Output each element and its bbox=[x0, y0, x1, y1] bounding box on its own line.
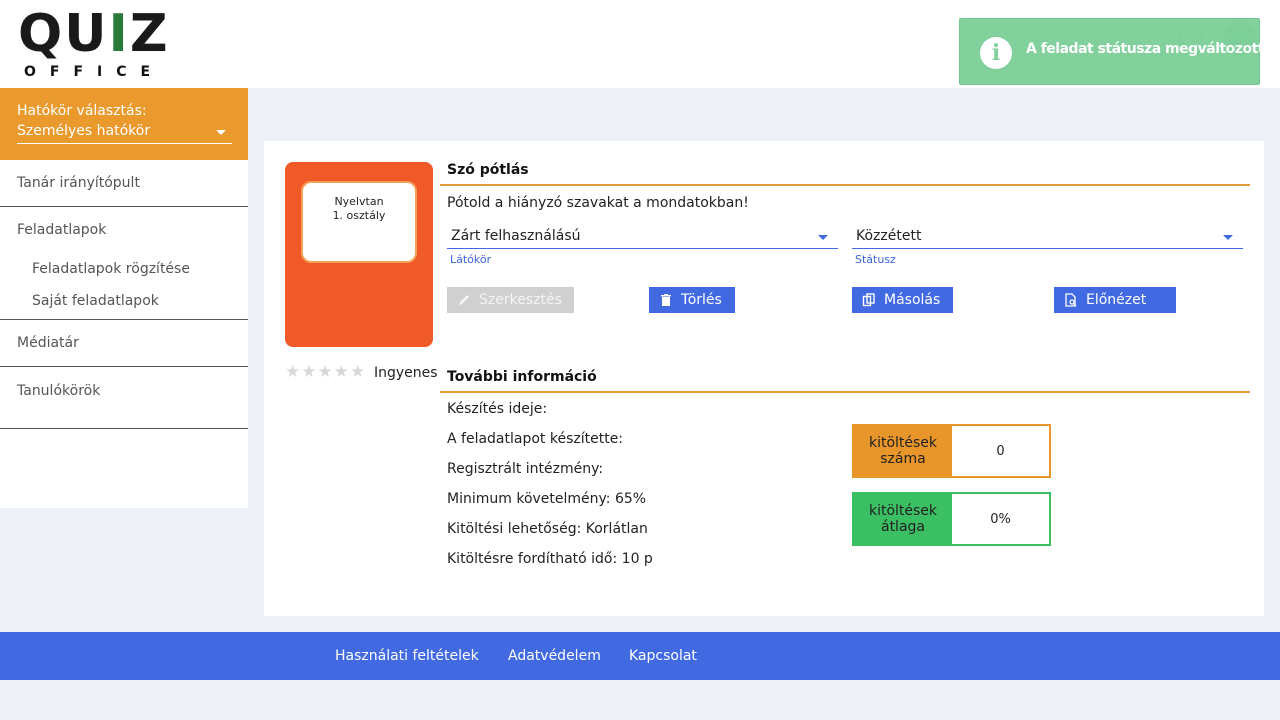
star-icon[interactable]: ★ bbox=[285, 363, 300, 381]
logo-wordmark: QUIZ bbox=[18, 6, 170, 62]
task-card: Nyelvtan 1. osztály ★ ★ ★ ★ ★ Ingyenes S… bbox=[264, 141, 1264, 616]
info-icon: i bbox=[980, 37, 1012, 69]
star-icon[interactable]: ★ bbox=[350, 363, 365, 381]
completion-count-label: kitöltések száma bbox=[854, 426, 952, 476]
sidebar-item-worksheets[interactable]: Feladatlapok bbox=[0, 207, 248, 253]
star-icon[interactable]: ★ bbox=[318, 363, 333, 381]
logo-letter-i: I bbox=[108, 4, 130, 64]
info-attempts: Kitöltési lehetőség: Korlátlan bbox=[447, 521, 648, 537]
logo-subtitle: OFFICE bbox=[24, 64, 165, 80]
sidebar-group-worksheets: Feladatlapok Feladatlapok rögzítése Sajá… bbox=[0, 207, 248, 320]
stat-label-line2: száma bbox=[880, 451, 926, 467]
stat-label-line1: kitöltések bbox=[868, 435, 938, 451]
completion-count-value: 0 bbox=[952, 426, 1049, 476]
preview-button[interactable]: Előnézet bbox=[1054, 287, 1176, 313]
status-label: Státusz bbox=[855, 253, 896, 266]
sidebar-item-own-worksheets[interactable]: Saját feladatlapok bbox=[0, 285, 248, 317]
star-icon[interactable]: ★ bbox=[301, 363, 316, 381]
completion-average-value: 0% bbox=[952, 494, 1049, 544]
thumbnail-label: Nyelvtan 1. osztály bbox=[301, 181, 417, 263]
task-title: Szó pótlás bbox=[447, 162, 529, 178]
task-description: Pótold a hiányzó szavakat a mondatokban! bbox=[447, 195, 749, 211]
toast-message: A feladat státusza megváltozott. bbox=[1026, 41, 1269, 57]
scope-label: Hatókör választás: bbox=[17, 103, 147, 119]
delete-button-label: Törlés bbox=[681, 292, 722, 308]
footer-link-privacy[interactable]: Adatvédelem bbox=[508, 648, 601, 664]
sidebar-item-media-library[interactable]: Médiatár bbox=[0, 320, 248, 367]
info-created-date: Készítés ideje: bbox=[447, 401, 548, 417]
logo-letter-u: U bbox=[64, 4, 109, 64]
visibility-select[interactable]: Zárt felhasználású bbox=[447, 225, 838, 249]
scope-selector: Hatókör választás: Személyes hatókör bbox=[0, 88, 248, 160]
copy-button-label: Másolás bbox=[884, 292, 941, 308]
copy-icon bbox=[862, 293, 875, 307]
visibility-value: Zárt felhasználású bbox=[451, 228, 581, 244]
sidebar: Hatókör választás: Személyes hatókör Tan… bbox=[0, 88, 248, 508]
delete-button[interactable]: Törlés bbox=[649, 287, 735, 313]
preview-icon bbox=[1065, 293, 1077, 307]
status-toast[interactable]: i A feladat státusza megváltozott. bbox=[959, 18, 1269, 85]
header: QUIZ OFFICE i A feladat státusza megvált… bbox=[0, 0, 1280, 88]
status-value: Közzétett bbox=[856, 228, 922, 244]
pencil-icon bbox=[459, 295, 469, 305]
preview-button-label: Előnézet bbox=[1086, 292, 1147, 308]
stat-label-line2: átlaga bbox=[880, 519, 925, 535]
more-info-divider bbox=[440, 391, 1250, 393]
scope-value: Személyes hatókör bbox=[17, 123, 151, 139]
caret-down-icon bbox=[216, 130, 226, 135]
copy-button[interactable]: Másolás bbox=[852, 287, 953, 313]
footer-link-contact[interactable]: Kapcsolat bbox=[629, 648, 697, 664]
thumbnail-grade: 1. osztály bbox=[332, 209, 386, 222]
info-author: A feladatlapot készítette: bbox=[447, 431, 624, 447]
logo-letter-z: Z bbox=[129, 4, 170, 64]
title-divider bbox=[440, 184, 1250, 186]
sidebar-item-learning-circles[interactable]: Tanulókörök bbox=[0, 367, 248, 429]
sidebar-item-worksheet-create[interactable]: Feladatlapok rögzítése bbox=[0, 253, 248, 285]
scope-dropdown[interactable]: Személyes hatókör bbox=[17, 122, 232, 144]
status-select[interactable]: Közzétett bbox=[852, 225, 1243, 249]
star-icon[interactable]: ★ bbox=[334, 363, 349, 381]
sidebar-item-dashboard[interactable]: Tanár irányítópult bbox=[0, 160, 248, 207]
footer-link-terms[interactable]: Használati feltételek bbox=[335, 648, 479, 664]
more-info-title: További információ bbox=[447, 369, 597, 385]
completion-average-stat: kitöltések átlaga 0% bbox=[852, 492, 1051, 546]
info-time-limit: Kitöltésre fordítható idő: 10 p bbox=[447, 551, 653, 567]
caret-down-icon bbox=[818, 235, 828, 240]
price-label: Ingyenes bbox=[374, 365, 438, 381]
stat-label-line1: kitöltések bbox=[868, 503, 938, 519]
edit-button-label: Szerkesztés bbox=[479, 292, 562, 308]
trash-icon bbox=[661, 294, 671, 306]
caret-down-icon bbox=[1223, 235, 1233, 240]
completion-average-label: kitöltések átlaga bbox=[854, 494, 952, 544]
footer: Használati feltételek Adatvédelem Kapcso… bbox=[0, 632, 1280, 680]
edit-button[interactable]: Szerkesztés bbox=[447, 287, 574, 313]
logo-letter-q: Q bbox=[18, 4, 65, 64]
rating-stars[interactable]: ★ ★ ★ ★ ★ bbox=[285, 363, 365, 381]
task-thumbnail[interactable]: Nyelvtan 1. osztály bbox=[285, 162, 433, 347]
quiz-office-logo[interactable]: QUIZ OFFICE bbox=[18, 6, 193, 82]
info-min-requirement: Minimum követelmény: 65% bbox=[447, 491, 647, 507]
completion-count-stat: kitöltések száma 0 bbox=[852, 424, 1051, 478]
info-institution: Regisztrált intézmény: bbox=[447, 461, 604, 477]
thumbnail-subject: Nyelvtan bbox=[334, 195, 384, 208]
visibility-label: Látókör bbox=[450, 253, 492, 266]
